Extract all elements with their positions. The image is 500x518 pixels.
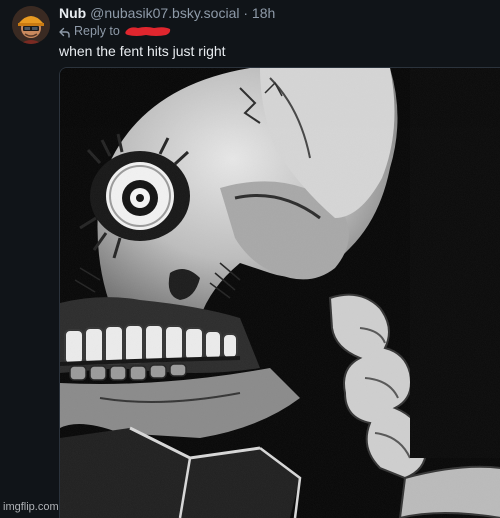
reply-indicator[interactable]: Reply to [59, 23, 172, 39]
handle[interactable]: @nubasik07.bsky.social [90, 5, 239, 21]
separator-dot: · [243, 5, 249, 21]
timestamp[interactable]: 18h [252, 5, 275, 21]
reply-arrow-icon [59, 26, 70, 38]
reply-to-label: Reply to [74, 24, 120, 38]
avatar-image [12, 6, 50, 44]
avatar[interactable] [12, 6, 50, 44]
post-text: when the fent hits just right [59, 43, 226, 59]
post: Nub @nubasik07.bsky.social · 18h Reply t… [0, 0, 500, 518]
imgflip-watermark: imgflip.com [3, 501, 59, 513]
redaction-mark [124, 25, 172, 37]
manga-skull-image [60, 68, 500, 518]
display-name[interactable]: Nub [59, 5, 86, 21]
post-image[interactable] [59, 67, 500, 518]
post-header: Nub @nubasik07.bsky.social · 18h [59, 4, 275, 22]
